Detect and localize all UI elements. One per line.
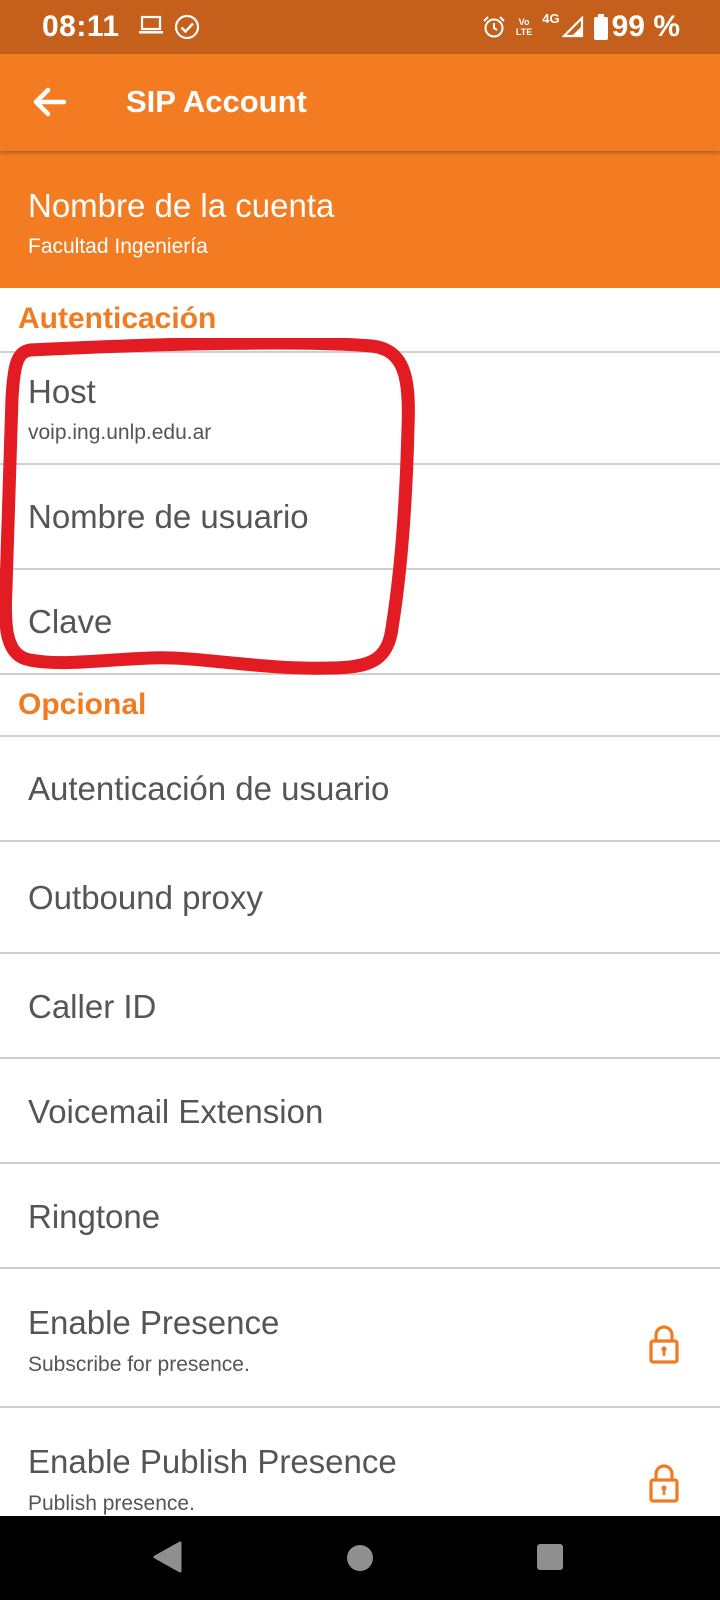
status-time: 08:11	[42, 10, 120, 43]
preference-enable-presence[interactable]: Enable Presence Subscribe for presence.	[0, 1269, 720, 1408]
battery-level: 99 %	[611, 10, 680, 43]
network-type: 4G	[542, 10, 560, 26]
preference-title: Autenticación de usuario	[28, 770, 390, 807]
battery-icon	[593, 14, 608, 40]
volte-icon: Vo LTE	[515, 17, 533, 37]
preference-title: Nombre de usuario	[28, 498, 309, 535]
check-circle-icon	[174, 14, 200, 40]
nav-back-icon[interactable]	[152, 1541, 182, 1573]
preference-summary: Subscribe for presence.	[28, 1353, 250, 1376]
alarm-icon	[483, 16, 505, 38]
account-name-preference[interactable]: Nombre de la cuenta Facultad Ingeniería	[0, 151, 720, 288]
preference-title: Enable Presence	[28, 1304, 280, 1341]
preference-title: Host	[28, 373, 96, 410]
account-name-title: Nombre de la cuenta	[28, 187, 335, 224]
preference-caller-id[interactable]: Caller ID	[0, 954, 720, 1059]
page-title: SIP Account	[126, 84, 307, 119]
preference-username[interactable]: Nombre de usuario	[0, 465, 720, 570]
preference-host[interactable]: Host voip.ing.unlp.edu.ar	[0, 353, 720, 465]
lock-icon	[649, 1325, 679, 1364]
preference-outbound-proxy[interactable]: Outbound proxy	[0, 842, 720, 954]
nav-recent-apps-icon[interactable]	[537, 1544, 563, 1570]
preference-title: Ringtone	[28, 1198, 161, 1235]
preference-title: Outbound proxy	[28, 879, 263, 916]
navigation-bar	[0, 1516, 720, 1600]
preference-summary: Publish presence.	[28, 1492, 195, 1515]
preference-voicemail-extension[interactable]: Voicemail Extension	[0, 1059, 720, 1164]
preference-summary: voip.ing.unlp.edu.ar	[28, 421, 212, 444]
app-bar: SIP Account	[0, 54, 720, 151]
nav-home-icon[interactable]	[347, 1545, 373, 1571]
status-bar: 08:11 Vo LTE 4G 99 %	[0, 0, 720, 54]
section-title-authentication: Autenticación	[18, 302, 217, 335]
preference-title: Caller ID	[28, 988, 157, 1025]
lock-icon	[649, 1464, 679, 1503]
status-left-icons	[138, 14, 200, 40]
laptop-icon	[139, 15, 163, 34]
arrow-left-icon	[33, 87, 67, 117]
back-button[interactable]	[24, 80, 72, 128]
status-right-icons: Vo LTE 4G 99 %	[482, 10, 720, 44]
preference-password[interactable]: Clave	[0, 570, 720, 675]
preference-ringtone[interactable]: Ringtone	[0, 1164, 720, 1269]
account-name-value: Facultad Ingeniería	[28, 235, 208, 258]
signal-icon	[561, 16, 583, 38]
section-title-optional: Opcional	[18, 688, 147, 721]
preference-title: Enable Publish Presence	[28, 1443, 397, 1480]
preference-user-authentication[interactable]: Autenticación de usuario	[0, 737, 720, 842]
preference-title: Clave	[28, 603, 113, 640]
preference-title: Voicemail Extension	[28, 1093, 324, 1130]
